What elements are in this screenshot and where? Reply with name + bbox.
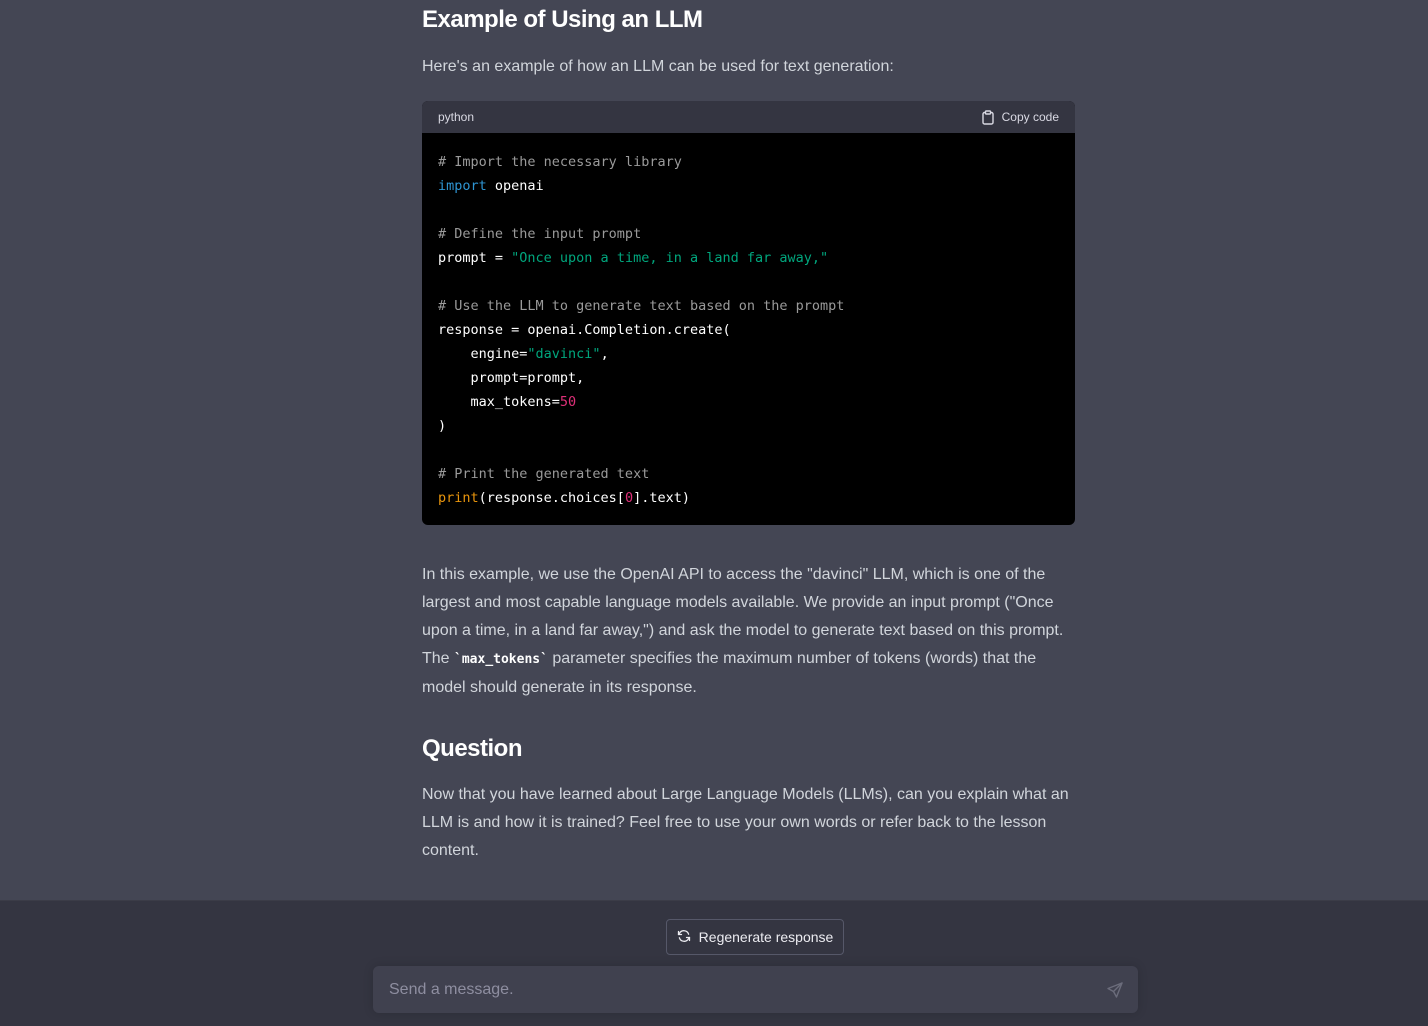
code-line: # Print the generated text xyxy=(438,466,650,482)
question-heading: Question xyxy=(422,735,523,762)
code-language-label: python xyxy=(438,110,475,124)
copy-code-label: Copy code xyxy=(1001,110,1059,124)
code-line: import openai xyxy=(438,178,544,194)
code-header: python Copy code xyxy=(422,101,1075,133)
clipboard-icon xyxy=(981,109,995,125)
code-line: ) xyxy=(438,418,447,434)
code-line: prompt=prompt, xyxy=(438,370,585,386)
inline-code: `max_tokens` xyxy=(454,652,548,667)
code-block: python Copy code # Import the necessary … xyxy=(422,101,1075,525)
send-button[interactable] xyxy=(1106,981,1124,999)
code-line: max_tokens=50 xyxy=(438,394,577,410)
send-icon xyxy=(1107,982,1123,998)
explanation-text: In this example, we use the OpenAI API t… xyxy=(422,561,1076,702)
code-line: prompt = "Once upon a time, in a land fa… xyxy=(438,250,829,266)
regenerate-label: Regenerate response xyxy=(698,929,834,945)
code-content: # Import the necessary library import op… xyxy=(422,133,1075,525)
refresh-icon xyxy=(677,929,691,946)
composer-area: Regenerate response xyxy=(0,900,1428,1026)
code-line: # Use the LLM to generate text based on … xyxy=(438,298,845,314)
code-line: # Define the input prompt xyxy=(438,226,642,242)
question-text: Now that you have learned about Large La… xyxy=(422,786,1069,859)
message-input[interactable] xyxy=(373,966,1073,1013)
section-heading: Example of Using an LLM xyxy=(422,6,703,33)
code-line: # Import the necessary library xyxy=(438,154,682,170)
message-input-box xyxy=(373,966,1138,1013)
intro-text: Here's an example of how an LLM can be u… xyxy=(422,58,894,75)
regenerate-response-button[interactable]: Regenerate response xyxy=(666,919,844,955)
code-line: response = openai.Completion.create( xyxy=(438,322,731,338)
chat-area: Example of Using an LLM Here's an exampl… xyxy=(0,0,1428,900)
copy-code-button[interactable]: Copy code xyxy=(981,109,1059,125)
code-line: engine="davinci", xyxy=(438,346,609,362)
code-line: print(response.choices[0].text) xyxy=(438,490,690,506)
